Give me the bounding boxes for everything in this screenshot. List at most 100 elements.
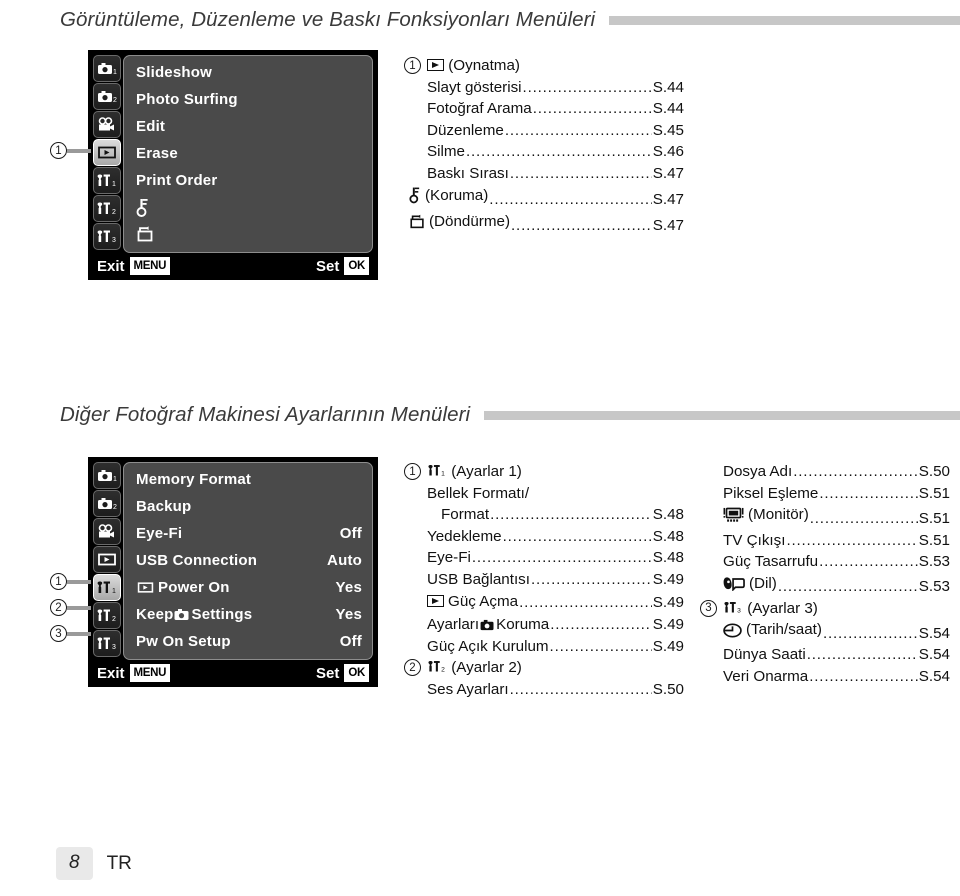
toc-entry[interactable]: Slayt gösterisi.........................…: [427, 77, 684, 99]
tab-wrench3[interactable]: 3: [93, 223, 121, 250]
toc-entry[interactable]: (Koruma)................................…: [409, 185, 684, 211]
toc-entry[interactable]: Güç Açma................................…: [427, 591, 684, 614]
toc-entry[interactable]: USB Bağlantısı..........................…: [427, 569, 684, 591]
menu-button-badge[interactable]: MENU: [129, 257, 171, 275]
menu-row-label: Slideshow: [136, 64, 212, 81]
menu-row[interactable]: USB Connection Auto: [124, 547, 372, 574]
leader-dots: .....................................: [490, 506, 652, 524]
toc-entry-name: Format: [441, 506, 490, 524]
tab-camera1[interactable]: 1: [93, 462, 121, 489]
toc-entry-name: Güç Açma: [448, 592, 519, 610]
tab-wrench3[interactable]: 3: [93, 630, 121, 657]
toc-entry-name: Dünya Saati: [723, 646, 806, 664]
toc-entry[interactable]: Format..................................…: [427, 504, 684, 526]
svg-text:2: 2: [113, 504, 117, 511]
menu-row[interactable]: Keep Settings Yes: [124, 601, 372, 628]
tab-camera2[interactable]: 2: [93, 83, 121, 110]
ok-button-badge[interactable]: OK: [344, 664, 369, 682]
toc-group-number: 3: [700, 599, 717, 617]
toc-entry[interactable]: TV Çıkışı...............................…: [723, 530, 950, 552]
toc-entry-name: Güç Açık Kurulum: [427, 637, 549, 655]
toc-entry[interactable]: Fotoğraf Arama..........................…: [427, 98, 684, 120]
menu-row-value: Auto: [327, 552, 362, 569]
leader-dots: .....................................: [522, 78, 652, 96]
leader-dots: .....................................: [809, 509, 918, 527]
menu-row[interactable]: Pw On Setup Off: [124, 628, 372, 655]
toc-entry[interactable]: Güç Açık Kurulum........................…: [427, 636, 684, 658]
toc-entry[interactable]: (Döndürme)..............................…: [409, 211, 684, 236]
menu-button-badge[interactable]: MENU: [129, 664, 171, 682]
svg-text:1: 1: [441, 471, 445, 478]
tab-camera1[interactable]: 1: [93, 55, 121, 82]
tab-wrench1[interactable]: 1: [93, 167, 121, 194]
toc-entry-name: Slayt gösterisi: [427, 78, 522, 96]
toc-entry[interactable]: Güç Tasarrufu...........................…: [723, 551, 950, 573]
toc-entry-name: Bellek Formatı/: [427, 484, 530, 502]
tab-movie[interactable]: [93, 518, 121, 545]
menu-row[interactable]: Backup: [124, 493, 372, 520]
menu-row[interactable]: Power On Yes: [124, 574, 372, 601]
toc-entry-page: S.50: [652, 680, 684, 698]
toc-entry-name: USB Bağlantısı: [427, 570, 530, 588]
tab-movie[interactable]: [93, 111, 121, 138]
leader-dots: .....................................: [509, 680, 652, 698]
toc-entry-name: Baskı Sırası: [427, 164, 509, 182]
toc-entry[interactable]: Düzenleme...............................…: [427, 120, 684, 142]
tab-wrench2[interactable]: 2: [93, 195, 121, 222]
toc-entry[interactable]: Bellek Formatı/: [427, 483, 684, 505]
menu-row[interactable]: Memory Format: [124, 466, 372, 493]
svg-text:1: 1: [113, 476, 117, 483]
toc-group-label: 3 (Ayarlar 3): [723, 598, 818, 620]
tab-playback[interactable]: [93, 139, 121, 166]
toc-entry[interactable]: Piksel Eşleme...........................…: [723, 483, 950, 505]
menu-row[interactable]: Slideshow: [124, 59, 372, 86]
set-label: Set: [316, 664, 340, 682]
toc-entry-name: Dosya Adı: [723, 463, 793, 480]
toc-entry[interactable]: Dünya Saati.............................…: [723, 644, 950, 666]
toc-entry-name: Düzenleme: [427, 121, 504, 139]
exit-label: Exit: [97, 664, 125, 682]
tab-wrench1[interactable]: 1: [93, 574, 121, 601]
toc-entry[interactable]: Dosya Adı...............................…: [723, 461, 950, 483]
toc-entry-name: (Monitör): [748, 506, 809, 524]
toc-group-label: 2 (Ayarlar 2): [427, 657, 522, 679]
toc-entry[interactable]: Ayarları Koruma..........................…: [427, 614, 684, 636]
page-footer: 8 TR: [56, 847, 132, 880]
menu-row[interactable]: [124, 194, 372, 221]
wrench2-icon: 2: [427, 659, 447, 674]
toc-entry[interactable]: Baskı Sırası............................…: [427, 163, 684, 185]
toc-entry-name: Fotoğraf Arama: [427, 100, 532, 118]
menu-row[interactable]: Erase: [124, 140, 372, 167]
toc-entry[interactable]: Ses Ayarları............................…: [427, 679, 684, 701]
toc-entry[interactable]: (Tarih/saat)............................…: [723, 619, 950, 644]
menu-row[interactable]: Photo Surfing: [124, 86, 372, 113]
menu-row[interactable]: Eye-Fi Off: [124, 520, 372, 547]
toc-entry[interactable]: (Monitör)...............................…: [723, 504, 950, 529]
tab-camera2[interactable]: 2: [93, 490, 121, 517]
menu-row[interactable]: Edit: [124, 113, 372, 140]
toc-entry-name: (Döndürme): [429, 212, 511, 230]
toc-entry[interactable]: Yedekleme...............................…: [427, 526, 684, 548]
leader-dots: .....................................: [471, 549, 652, 567]
menu-row-label: Eye-Fi: [136, 525, 183, 542]
leader-dots: .....................................: [819, 553, 918, 571]
clock-icon: [723, 623, 742, 638]
menu-row-value: Off: [339, 525, 362, 542]
menu-row[interactable]: Print Order: [124, 167, 372, 194]
svg-text:3: 3: [112, 644, 116, 651]
tab-wrench2[interactable]: 2: [93, 602, 121, 629]
toc-entry-page: S.53: [918, 553, 950, 571]
leader-dots: .....................................: [519, 594, 652, 612]
toc-entry[interactable]: Veri Onarma.............................…: [723, 666, 950, 688]
ok-button-badge[interactable]: OK: [344, 257, 369, 275]
toc-entry[interactable]: (Dil)...................................…: [723, 573, 950, 598]
toc-entry[interactable]: Eye-Fi..................................…: [427, 547, 684, 569]
callout-3: 3: [50, 625, 91, 642]
menu-row[interactable]: [124, 221, 372, 248]
svg-text:2: 2: [112, 616, 116, 623]
toc-group-number: 1: [404, 57, 421, 74]
tab-playback[interactable]: [93, 546, 121, 573]
toc-entry[interactable]: Silme...................................…: [427, 141, 684, 163]
toc-group-text: (Ayarlar 1): [451, 463, 522, 480]
callout-1: 1: [50, 573, 91, 590]
